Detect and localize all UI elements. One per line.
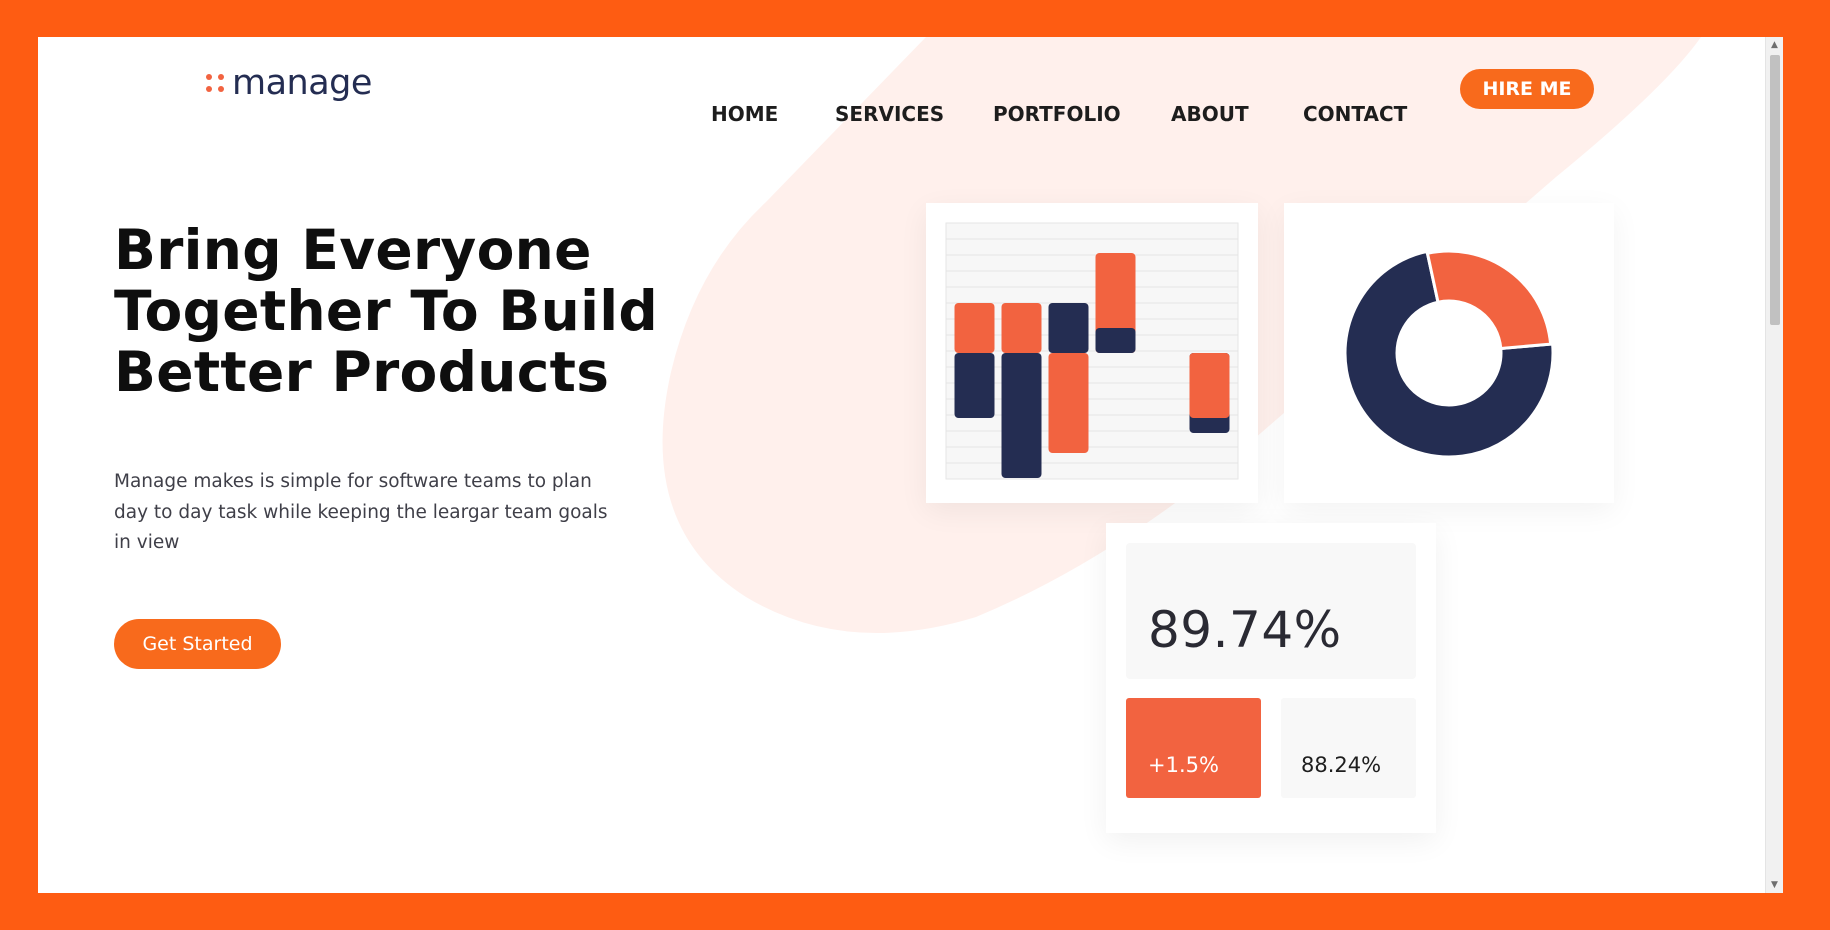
hero-title-line: Together To Build: [114, 279, 659, 343]
nav-portfolio-link[interactable]: PORTFOLIO: [993, 102, 1121, 126]
bar-chart-card: [926, 203, 1258, 503]
stat-secondary-value: 88.24%: [1301, 753, 1382, 777]
scroll-down-arrow-icon[interactable]: ▼: [1766, 877, 1783, 893]
nav-services-link[interactable]: SERVICES: [835, 102, 944, 126]
stat-main-value: 89.74%: [1148, 601, 1342, 659]
stat-main-panel: 89.74%: [1126, 543, 1416, 679]
logo-dots-icon: [206, 74, 224, 92]
donut-chart: [1343, 249, 1555, 459]
hero-description-line: Manage makes is simple for software team…: [114, 471, 592, 492]
stats-card: 89.74% +1.5% 88.24%: [1106, 523, 1436, 833]
scroll-up-arrow-icon[interactable]: ▲: [1766, 37, 1783, 53]
bar-navy: [954, 353, 995, 418]
donut-slice: [1425, 249, 1553, 351]
vertical-scrollbar[interactable]: ▲ ▼: [1765, 37, 1783, 893]
stat-change-panel: +1.5%: [1126, 698, 1261, 798]
hero-description-line: day to day task while keeping the learga…: [114, 501, 608, 523]
bar-orange: [1048, 353, 1089, 453]
stat-secondary-panel: 88.24%: [1281, 698, 1416, 798]
stat-change-value: +1.5%: [1148, 753, 1219, 777]
bar-navy: [1048, 303, 1089, 353]
page: manage HOME SERVICES PORTFOLIO ABOUT CON…: [38, 37, 1783, 893]
hero-description-line: in view: [114, 532, 180, 553]
brand-logo[interactable]: manage: [206, 63, 372, 103]
scrollbar-thumb[interactable]: [1770, 55, 1780, 325]
nav-home-link[interactable]: HOME: [711, 102, 778, 126]
hero-title-line: Bring Everyone: [114, 218, 592, 282]
donut-chart-card: [1284, 203, 1614, 503]
bar-orange: [954, 303, 995, 353]
nav-contact-link[interactable]: CONTACT: [1303, 102, 1407, 126]
bar-chart: [945, 222, 1239, 480]
hire-me-button[interactable]: HIRE ME: [1460, 69, 1594, 109]
hero-title: Bring Everyone Together To Build Better …: [114, 220, 714, 403]
brand-name: manage: [232, 63, 372, 103]
bar-navy: [1001, 353, 1042, 478]
nav-about-link[interactable]: ABOUT: [1171, 102, 1249, 126]
hero-description: Manage makes is simple for software team…: [114, 467, 614, 559]
bar-orange: [1189, 353, 1230, 418]
bar-orange: [1001, 303, 1042, 353]
hero-title-line: Better Products: [114, 340, 610, 404]
bar-navy: [1095, 328, 1136, 353]
get-started-button[interactable]: Get Started: [114, 619, 281, 669]
